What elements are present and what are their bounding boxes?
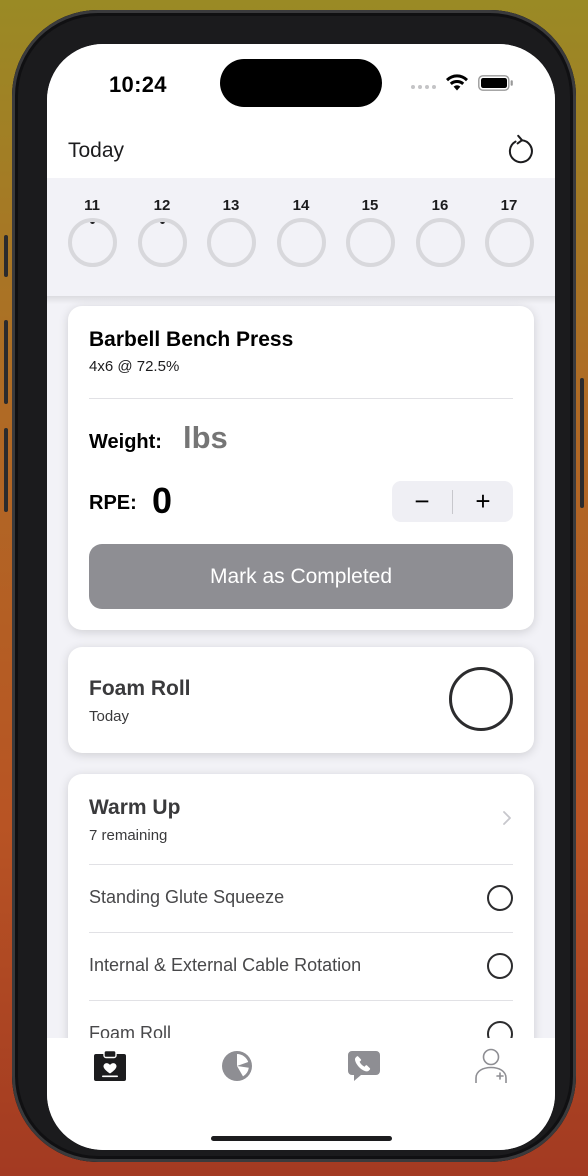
day-number: 15 bbox=[361, 197, 379, 214]
mark-completed-button[interactable]: Mark as Completed bbox=[89, 544, 513, 609]
divider bbox=[89, 398, 513, 399]
day-progress-ring bbox=[67, 218, 117, 267]
tab-progress[interactable] bbox=[212, 1048, 262, 1084]
action-button bbox=[4, 235, 8, 277]
phone-frame: 10:24 Today 11 12 13 14 15 16 17 Barbell… bbox=[4, 10, 584, 1162]
chevron-right-icon bbox=[503, 811, 511, 825]
wifi-icon bbox=[446, 74, 468, 91]
weight-label: Weight: bbox=[89, 431, 162, 453]
day-progress-ring bbox=[206, 218, 256, 267]
day-number: 11 bbox=[84, 197, 100, 214]
refresh-icon bbox=[508, 134, 533, 164]
day-progress-ring bbox=[484, 218, 534, 267]
battery-icon bbox=[478, 75, 513, 91]
page-title: Today bbox=[68, 139, 125, 162]
day-progress-ring bbox=[137, 218, 187, 267]
weight-input[interactable] bbox=[183, 420, 303, 456]
pie-chart-icon bbox=[222, 1051, 252, 1081]
day-14[interactable]: 14 bbox=[276, 198, 326, 267]
foam-roll-complete-toggle[interactable] bbox=[449, 667, 513, 731]
exercise-card: Barbell Bench Press 4x6 @ 72.5% Weight: … bbox=[68, 306, 534, 630]
list-item[interactable]: Standing Glute Squeeze bbox=[89, 865, 513, 932]
day-number: 16 bbox=[431, 197, 449, 214]
day-number: 14 bbox=[292, 197, 310, 214]
item-complete-toggle[interactable] bbox=[487, 885, 513, 911]
dynamic-island bbox=[220, 59, 382, 107]
person-add-icon bbox=[475, 1048, 507, 1083]
foam-roll-subtitle: Today bbox=[89, 708, 130, 725]
day-progress-ring bbox=[345, 218, 395, 267]
day-12[interactable]: 12 bbox=[137, 198, 187, 267]
foam-roll-title: Foam Roll bbox=[89, 677, 191, 700]
screen: 10:24 Today 11 12 13 14 15 16 17 Barbell… bbox=[47, 44, 555, 1150]
warm-up-remaining: 7 remaining bbox=[89, 827, 168, 844]
foam-roll-card[interactable]: Foam Roll Today bbox=[68, 647, 534, 753]
list-item[interactable]: Foam Roll bbox=[89, 1001, 513, 1038]
volume-up-button bbox=[4, 320, 8, 404]
week-day-strip: 11 12 13 14 15 16 17 bbox=[47, 178, 555, 296]
tab-bar bbox=[47, 1038, 555, 1150]
exercise-prescription: 4x6 @ 72.5% bbox=[89, 358, 180, 375]
decrement-button[interactable]: − bbox=[392, 481, 452, 522]
exercise-title: Barbell Bench Press bbox=[89, 328, 294, 351]
day-17[interactable]: 17 bbox=[484, 198, 534, 267]
day-number: 12 bbox=[153, 197, 171, 214]
day-number: 17 bbox=[500, 197, 518, 214]
list-item[interactable]: Internal & External Cable Rotation bbox=[89, 933, 513, 1000]
day-number: 13 bbox=[222, 197, 240, 214]
workout-list[interactable]: Barbell Bench Press 4x6 @ 72.5% Weight: … bbox=[47, 296, 555, 1038]
status-bar: 10:24 bbox=[47, 44, 555, 126]
warm-up-item-label: Internal & External Cable Rotation bbox=[89, 955, 362, 975]
warm-up-item-label: Foam Roll bbox=[89, 1023, 172, 1038]
home-indicator[interactable] bbox=[211, 1136, 392, 1141]
navigation-bar: Today bbox=[47, 126, 555, 178]
tab-contact[interactable] bbox=[339, 1048, 389, 1084]
rpe-value: 0 bbox=[152, 480, 173, 521]
day-progress-ring bbox=[415, 218, 465, 267]
phone-bubble-icon bbox=[348, 1051, 380, 1081]
day-11[interactable]: 11 bbox=[67, 198, 117, 267]
cellular-signal-icon bbox=[411, 85, 436, 89]
status-time: 10:24 bbox=[109, 72, 167, 97]
volume-down-button bbox=[4, 428, 8, 512]
day-13[interactable]: 13 bbox=[206, 198, 256, 267]
rpe-label: RPE: bbox=[89, 492, 137, 514]
tab-workout[interactable] bbox=[85, 1048, 135, 1084]
rpe-stepper: − + bbox=[392, 481, 513, 522]
warm-up-title: Warm Up bbox=[89, 796, 181, 819]
power-button bbox=[580, 378, 584, 508]
increment-button[interactable]: + bbox=[453, 481, 513, 522]
day-15[interactable]: 15 bbox=[345, 198, 395, 267]
warm-up-item-label: Standing Glute Squeeze bbox=[89, 887, 285, 907]
day-16[interactable]: 16 bbox=[415, 198, 465, 267]
day-progress-ring bbox=[276, 218, 326, 267]
clipboard-heart-icon bbox=[94, 1050, 126, 1081]
refresh-button[interactable] bbox=[505, 132, 535, 166]
item-complete-toggle[interactable] bbox=[487, 953, 513, 979]
warm-up-card: Warm Up 7 remaining Standing Glute Squee… bbox=[68, 774, 534, 1038]
tab-account[interactable] bbox=[466, 1048, 516, 1084]
item-complete-toggle[interactable] bbox=[487, 1021, 513, 1038]
